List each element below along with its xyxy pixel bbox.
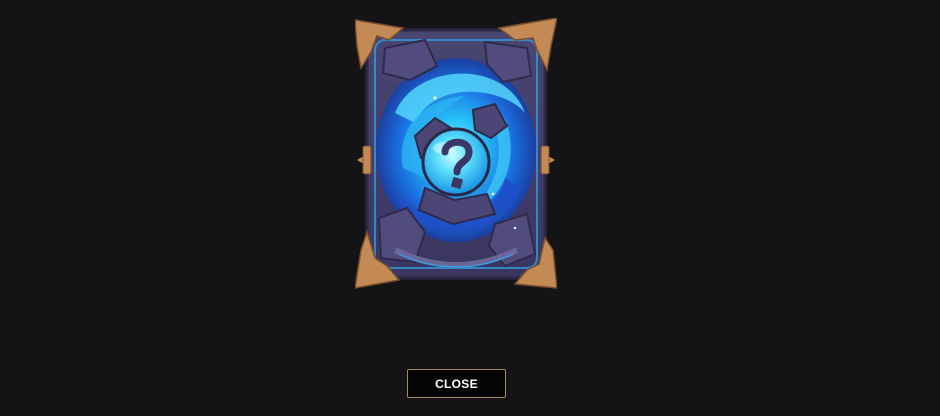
mystery-card-art (355, 18, 557, 289)
mystery-card[interactable] (355, 18, 557, 290)
close-button[interactable]: CLOSE (407, 369, 506, 398)
reveal-screen: CLOSE (0, 0, 940, 416)
